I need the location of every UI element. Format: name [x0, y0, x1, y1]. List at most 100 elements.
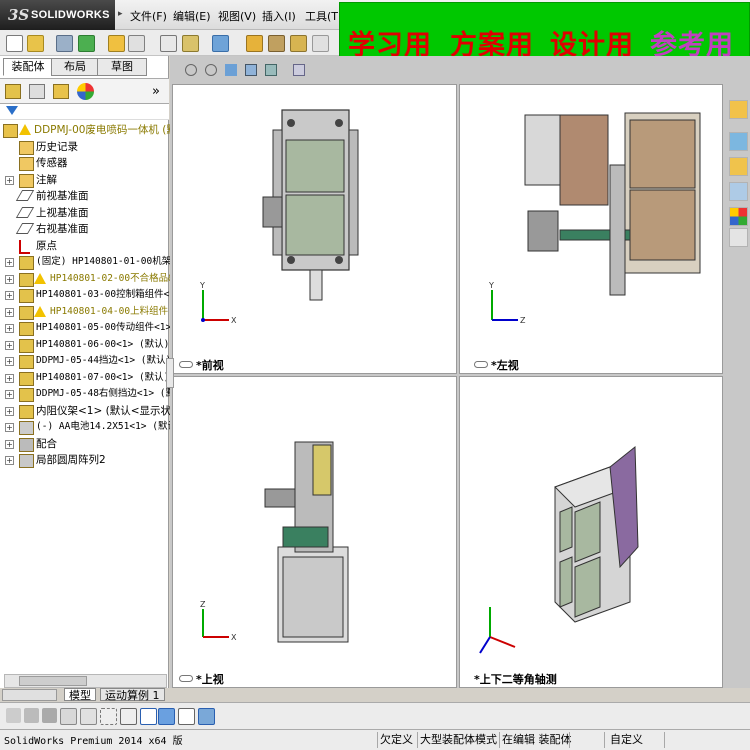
- new-document-icon[interactable]: [6, 35, 23, 52]
- subassembly-warning-icon: [19, 305, 34, 320]
- expand-toggle-icon[interactable]: +: [5, 423, 14, 432]
- reference-geometry-icon[interactable]: [312, 35, 329, 52]
- menu-tools[interactable]: 工具(T): [305, 8, 342, 24]
- expand-toggle-icon[interactable]: +: [5, 324, 14, 333]
- bill-of-materials-icon[interactable]: [290, 35, 307, 52]
- menu-file[interactable]: 文件(F): [130, 8, 167, 24]
- featuremanager-icon[interactable]: [5, 84, 21, 99]
- exploded-view-icon[interactable]: [268, 35, 285, 52]
- tab-nav-arrows[interactable]: [2, 689, 57, 701]
- list-icon[interactable]: [80, 708, 97, 725]
- zoom-to-area-icon[interactable]: [205, 64, 217, 76]
- viewport-left[interactable]: Y Z *左视: [459, 84, 723, 374]
- expand-toggle-icon[interactable]: +: [5, 175, 14, 185]
- display-style-icon[interactable]: [293, 64, 305, 76]
- cube-view-icon[interactable]: [158, 708, 175, 725]
- expand-panel-icon[interactable]: »: [152, 84, 160, 99]
- tab-layout[interactable]: 布局: [51, 58, 99, 76]
- move-component-icon[interactable]: [212, 35, 229, 52]
- tree-item[interactable]: + HP140801-04-00上料组件: [0, 304, 169, 320]
- previous-view-icon[interactable]: [225, 64, 237, 76]
- viewport-top[interactable]: Z X *上视: [172, 376, 457, 688]
- expand-toggle-icon[interactable]: +: [5, 390, 14, 399]
- tree-item[interactable]: + 内阻仪架<1> (默认<显示状态: [0, 403, 182, 419]
- expand-toggle-icon[interactable]: +: [5, 291, 14, 300]
- tree-scrollbar[interactable]: [4, 674, 167, 688]
- menu-insert[interactable]: 插入(I): [262, 8, 296, 24]
- smart-fasteners-icon[interactable]: [246, 35, 263, 52]
- tab-assembly[interactable]: 装配体: [3, 58, 53, 76]
- menu-view[interactable]: 视图(V): [218, 8, 256, 24]
- view-orientation-icon[interactable]: [265, 64, 277, 76]
- tree-item[interactable]: + HP140801-03-00控制箱组件<1: [0, 287, 175, 303]
- viewport-front[interactable]: Y X *前视: [172, 84, 457, 374]
- view-palette-icon[interactable]: [729, 182, 748, 201]
- viewport-isometric[interactable]: *上下二等角轴测: [459, 376, 723, 688]
- mate-icon[interactable]: [182, 35, 199, 52]
- tree-item[interactable]: DDPMJ-00废电喷码一体机 (默: [0, 122, 177, 138]
- section-view-icon[interactable]: [245, 64, 257, 76]
- shaded-edges-icon[interactable]: [42, 708, 57, 723]
- table-icon[interactable]: [178, 708, 195, 725]
- tree-item[interactable]: 原点: [0, 238, 169, 254]
- options-icon[interactable]: [108, 35, 125, 52]
- tree-item[interactable]: 前视基准面: [0, 188, 169, 204]
- expand-toggle-icon[interactable]: +: [5, 456, 14, 465]
- tree-item[interactable]: + HP140801-06-00<1> (默认): [0, 337, 169, 353]
- grid-icon[interactable]: [60, 708, 77, 725]
- display-manager-icon[interactable]: [77, 83, 94, 100]
- attach-icon[interactable]: [56, 35, 73, 52]
- file-explorer-icon[interactable]: [729, 157, 748, 176]
- tree-item[interactable]: 历史记录: [0, 139, 169, 155]
- tree-item[interactable]: + (-) AA电池14.2X51<1> (默认: [0, 419, 177, 435]
- dotted-grid-icon[interactable]: [100, 708, 117, 725]
- photo-icon[interactable]: [198, 708, 215, 725]
- tab-motion-study[interactable]: 运动算例 1: [100, 688, 165, 702]
- tree-item[interactable]: 上视基准面: [0, 205, 169, 221]
- menu-arrow-icon[interactable]: ▸: [118, 9, 123, 19]
- tree-item[interactable]: + (固定) HP140801-01-00机架&: [0, 254, 177, 270]
- shaded-icon[interactable]: [24, 708, 39, 723]
- insert-component-icon[interactable]: [160, 35, 177, 52]
- zoom-to-fit-icon[interactable]: [185, 64, 197, 76]
- scroll-thumb[interactable]: [19, 676, 87, 686]
- tree-item[interactable]: + HP140801-07-00<1> (默认) 默: [0, 370, 185, 386]
- expand-toggle-icon[interactable]: +: [5, 406, 14, 416]
- expand-toggle-icon[interactable]: +: [5, 439, 14, 449]
- propertymanager-icon[interactable]: [29, 84, 45, 99]
- expand-toggle-icon[interactable]: +: [5, 307, 14, 317]
- chart-icon[interactable]: [140, 708, 157, 725]
- tree-item[interactable]: 右视基准面: [0, 221, 169, 237]
- tree-item-label: HP140801-03-00控制箱组件<1: [36, 289, 176, 300]
- rebuild-icon[interactable]: [78, 35, 95, 52]
- tree-item-label: 内阻仪架<1> (默认<显示状态: [36, 404, 182, 417]
- design-library-icon[interactable]: [729, 132, 748, 151]
- axes-icon[interactable]: [120, 708, 137, 725]
- configurationmanager-icon[interactable]: [53, 84, 69, 99]
- tree-item[interactable]: + 局部圆周阵列2: [0, 452, 169, 468]
- status-custom[interactable]: 自定义: [604, 732, 670, 748]
- tree-item[interactable]: + 注解: [0, 172, 169, 188]
- tab-sketch[interactable]: 草图: [97, 58, 147, 76]
- tree-item[interactable]: + 配合: [0, 436, 169, 452]
- open-folder-icon[interactable]: [27, 35, 44, 52]
- solidworks-resources-icon[interactable]: [729, 100, 748, 119]
- menu-edit[interactable]: 编辑(E): [173, 8, 211, 24]
- tree-item[interactable]: + HP140801-05-00传动组件<1>: [0, 320, 171, 336]
- tree-item[interactable]: + HP140801-02-00不合格品&: [0, 271, 174, 287]
- expand-toggle-icon[interactable]: +: [5, 340, 14, 350]
- tree-item[interactable]: + DDPMJ-05-48右侧挡边<1> (默: [0, 386, 175, 402]
- properties-icon[interactable]: [128, 35, 145, 52]
- expand-toggle-icon[interactable]: +: [5, 357, 14, 366]
- tree-item[interactable]: 传感器: [0, 155, 169, 171]
- appearances-icon[interactable]: [729, 207, 748, 226]
- expand-toggle-icon[interactable]: +: [5, 258, 14, 267]
- expand-toggle-icon[interactable]: +: [5, 274, 14, 284]
- splitter-handle[interactable]: [166, 358, 174, 388]
- hidden-lines-icon[interactable]: [6, 708, 21, 723]
- custom-properties-icon[interactable]: [729, 228, 748, 247]
- tree-item[interactable]: + DDPMJ-05-44挡边<1> (默认): [0, 353, 171, 369]
- expand-toggle-icon[interactable]: +: [5, 373, 14, 383]
- filter-icon[interactable]: [6, 106, 18, 115]
- tab-model[interactable]: 模型: [64, 688, 96, 702]
